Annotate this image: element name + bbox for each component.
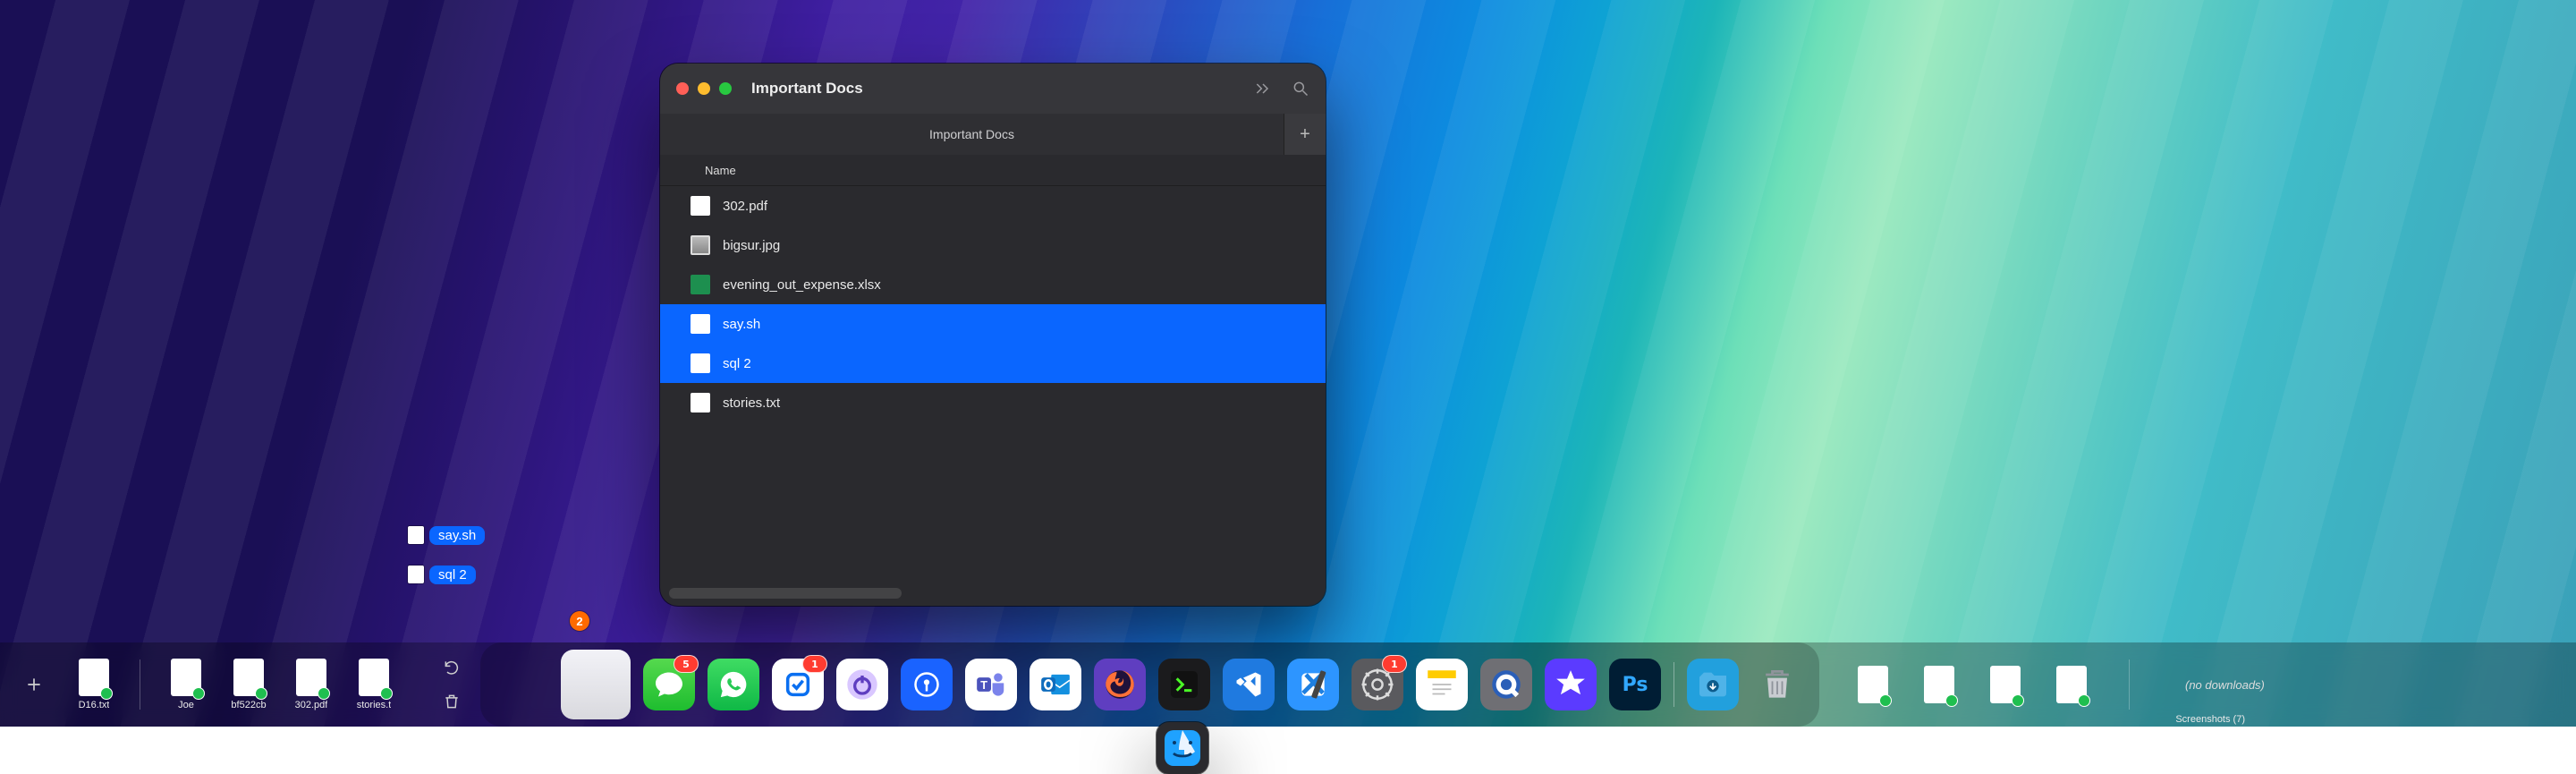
dock-app-teams[interactable]: T: [965, 659, 1017, 710]
badge: 1: [802, 655, 827, 673]
file-name: say.sh: [723, 317, 760, 332]
plain-file-icon: [691, 314, 710, 334]
dock-app-settings[interactable]: 1: [1352, 659, 1403, 710]
dock-app-quicktime[interactable]: [1480, 659, 1532, 710]
search-icon[interactable]: [1292, 80, 1309, 98]
shelf-item[interactable]: 302.pdf: [280, 659, 343, 710]
titlebar[interactable]: Important Docs: [660, 64, 1326, 114]
finder-window: Important Docs Important Docs + Name 302…: [660, 64, 1326, 606]
screenshot-thumb: [1858, 666, 1888, 703]
horizontal-scrollbar[interactable]: [669, 588, 902, 599]
no-downloads-label: (no downloads): [2185, 678, 2265, 692]
image-file-icon: [691, 235, 710, 255]
dock-trash[interactable]: [1751, 659, 1803, 710]
dock-folder-downloads[interactable]: [1687, 659, 1739, 710]
drag-ghost[interactable]: say.sh: [408, 524, 485, 546]
column-name: Name: [705, 164, 736, 177]
divider: [2129, 659, 2130, 710]
stack-screenshot[interactable]: [1846, 666, 1900, 703]
add-button[interactable]: [25, 676, 43, 693]
file-row[interactable]: bigsur.jpg: [660, 225, 1326, 265]
drag-ghost-label: say.sh: [429, 526, 485, 545]
file-row[interactable]: say.sh: [660, 304, 1326, 344]
dock-app-imovie[interactable]: [1545, 659, 1597, 710]
trash-clear-icon[interactable]: [443, 693, 461, 710]
dock: 5 1 T 1 Ps: [480, 642, 1819, 727]
dock-app-xcode[interactable]: [1287, 659, 1339, 710]
plain-file-icon: [691, 353, 710, 373]
shelf-item-label: bf522cb: [231, 700, 266, 710]
tab-important-docs[interactable]: Important Docs: [660, 114, 1284, 155]
plain-file-icon: [691, 393, 710, 413]
window-title: Important Docs: [751, 80, 863, 98]
screenshot-thumb: [1990, 666, 2021, 703]
stack-screenshot[interactable]: [2045, 666, 2098, 703]
stacks-area: (no downloads): [1846, 659, 2290, 710]
file-list: 302.pdf bigsur.jpg evening_out_expense.xls…: [660, 186, 1326, 422]
shelf-item[interactable]: bf522cb: [217, 659, 280, 710]
screenshot-thumb: [2056, 666, 2087, 703]
shelf-item-label: Joe: [178, 700, 194, 710]
file-name: sql 2: [723, 356, 751, 371]
stack-screenshot[interactable]: [1912, 666, 1966, 703]
shelf-item[interactable]: D16.txt: [63, 659, 125, 710]
drag-count-badge: 2: [570, 611, 589, 631]
screenshot-thumb: [1924, 666, 1954, 703]
dock-app-ps[interactable]: Ps: [1609, 659, 1661, 710]
new-tab-button[interactable]: +: [1284, 114, 1326, 155]
dock-app-notes[interactable]: [1416, 659, 1468, 710]
tab-bar: Important Docs +: [660, 114, 1326, 155]
column-header[interactable]: Name: [660, 155, 1326, 186]
dock-app-iterm[interactable]: [1158, 659, 1210, 710]
file-row[interactable]: 302.pdf: [660, 186, 1326, 225]
shelf-item-label: D16.txt: [79, 700, 110, 710]
overflow-icon[interactable]: [1254, 80, 1272, 98]
pdf-file-icon: [691, 196, 710, 216]
dock-app-launchpad[interactable]: [561, 650, 631, 719]
shelf-item[interactable]: Joe: [155, 659, 217, 710]
dock-app-onepw[interactable]: [901, 659, 953, 710]
drag-ghost[interactable]: sql 2: [408, 564, 476, 585]
file-name: evening_out_expense.xlsx: [723, 277, 881, 293]
drag-ghost-label: sql 2: [429, 566, 476, 584]
file-name: bigsur.jpg: [723, 238, 780, 253]
dock-app-messages[interactable]: 5: [643, 659, 695, 710]
bottom-panel: D16.txt Joe bf522cb 302.pdf stories.t 5 1…: [0, 642, 2576, 727]
dock-app-firefox[interactable]: [1094, 659, 1146, 710]
badge: 5: [674, 655, 699, 673]
dock-app-vscode[interactable]: [1223, 659, 1275, 710]
plain-file-icon: [408, 526, 424, 544]
close-button[interactable]: [676, 82, 689, 95]
file-row[interactable]: sql 2: [660, 344, 1326, 383]
svg-text:T: T: [980, 679, 987, 692]
xls-file-icon: [691, 275, 710, 294]
file-name: 302.pdf: [723, 199, 767, 214]
shelf-item-label: 302.pdf: [295, 700, 328, 710]
file-row[interactable]: stories.txt: [660, 383, 1326, 422]
file-row[interactable]: evening_out_expense.xlsx: [660, 265, 1326, 304]
dock-app-whatsapp[interactable]: [708, 659, 759, 710]
dock-app-toggl[interactable]: [836, 659, 888, 710]
file-name: stories.txt: [723, 396, 780, 411]
plain-file-icon: [408, 566, 424, 583]
dock-app-finder[interactable]: [1157, 722, 1208, 774]
shelf-item-label: stories.t: [357, 700, 392, 710]
undo-icon[interactable]: [443, 659, 461, 676]
dock-app-things[interactable]: 1: [772, 659, 824, 710]
stack-screenshot[interactable]: [1979, 666, 2032, 703]
dock-app-outlook[interactable]: [1030, 659, 1081, 710]
minimize-button[interactable]: [698, 82, 710, 95]
badge: 1: [1382, 655, 1407, 673]
stacks-label: Screenshots (7): [2175, 714, 2245, 725]
zoom-button[interactable]: [719, 82, 732, 95]
shelf-item[interactable]: stories.t: [343, 659, 405, 710]
